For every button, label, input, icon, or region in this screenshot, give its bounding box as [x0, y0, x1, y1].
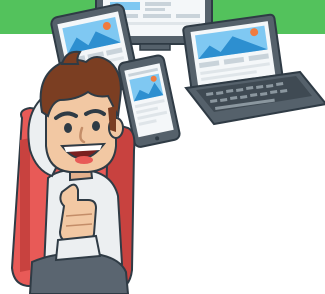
- responsive-design-illustration: [0, 0, 325, 294]
- scene: [0, 0, 325, 294]
